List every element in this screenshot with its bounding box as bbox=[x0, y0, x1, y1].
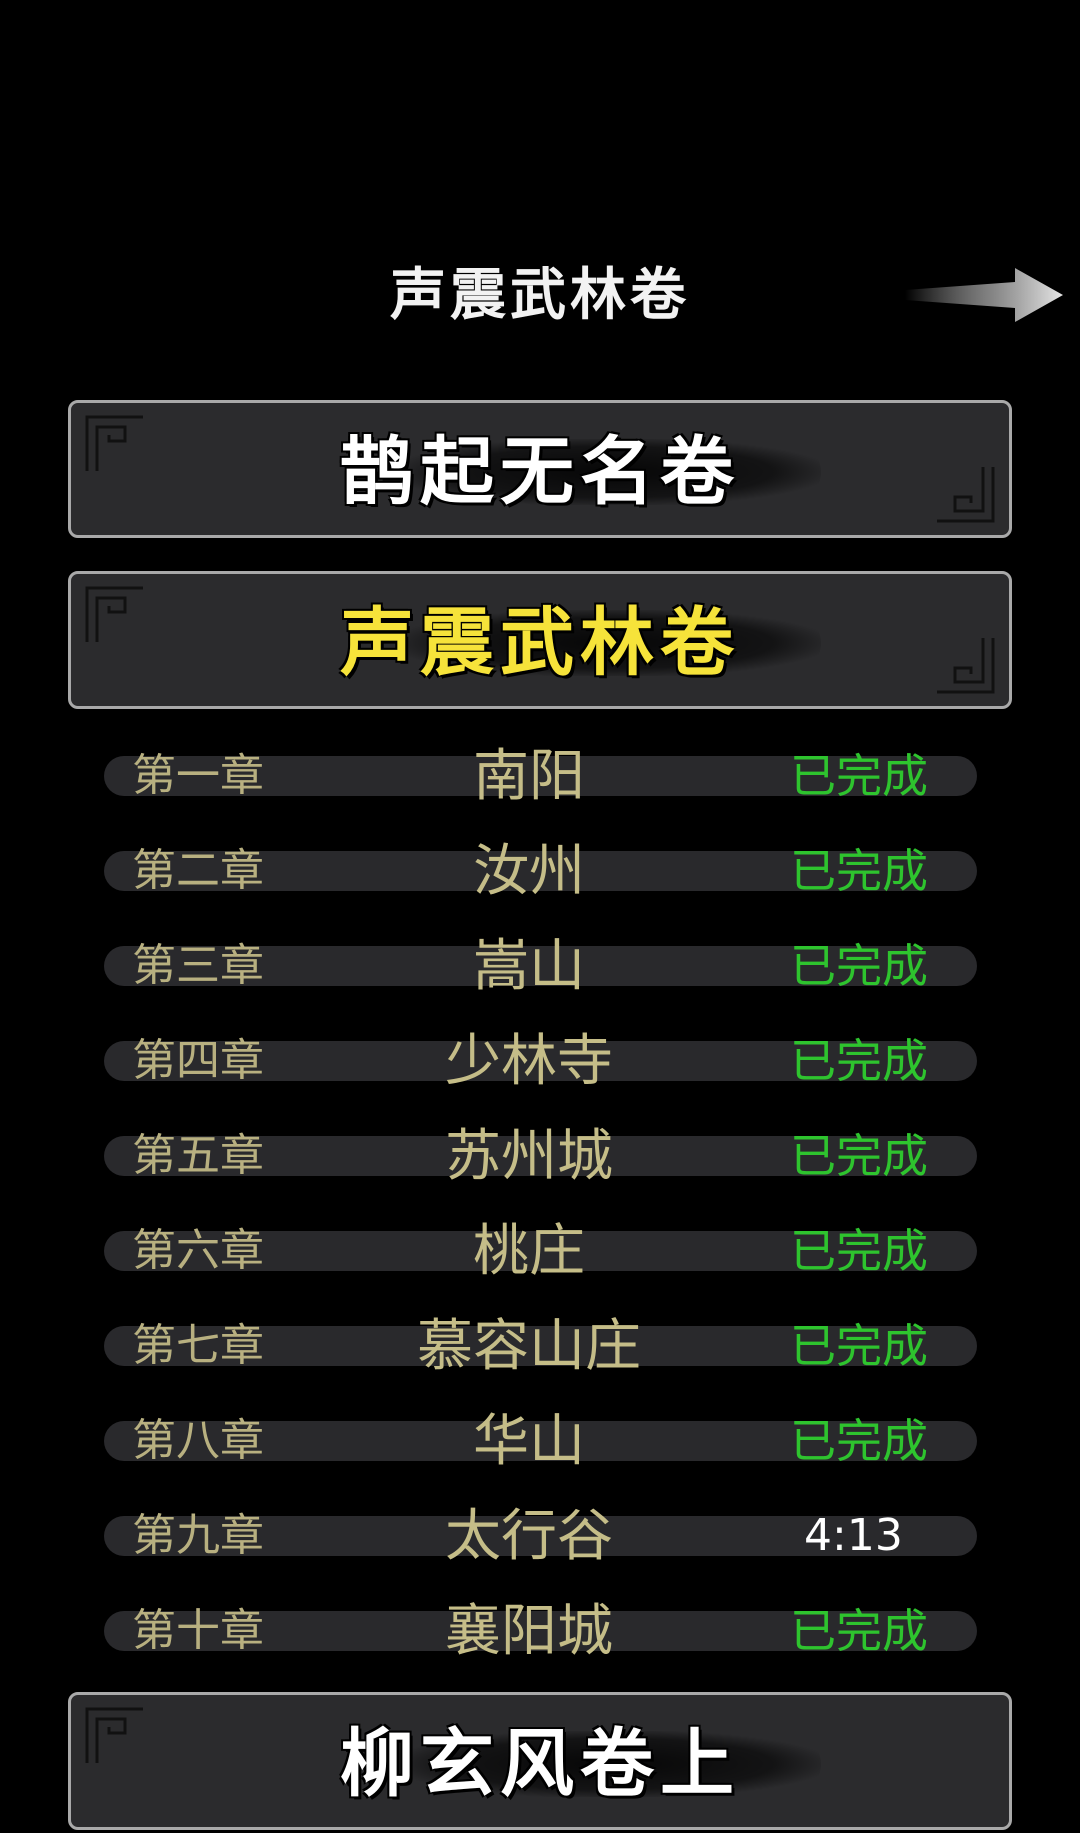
volume-label: 鹊起无名卷 bbox=[340, 429, 740, 515]
chapter-status: 已完成 bbox=[790, 844, 928, 898]
chapter-status: 已完成 bbox=[790, 939, 928, 993]
chapter-number: 第六章 bbox=[132, 1225, 264, 1276]
volume-panel-3[interactable]: 柳玄风卷上 bbox=[68, 1692, 1012, 1830]
chapter-number: 第二章 bbox=[132, 845, 264, 896]
chapter-status: 已完成 bbox=[790, 1319, 928, 1373]
chapter-name: 苏州城 bbox=[445, 1124, 613, 1189]
volume-panel-1[interactable]: 鹊起无名卷 bbox=[68, 400, 1012, 538]
chapter-status: 已完成 bbox=[790, 1129, 928, 1183]
chapter-row[interactable]: 第七章 慕容山庄 已完成 bbox=[104, 1314, 977, 1379]
volume-label-active: 声震武林卷 bbox=[340, 600, 740, 686]
chapter-row[interactable]: 第九章 太行谷 4:13 bbox=[104, 1504, 977, 1569]
next-volume-button[interactable] bbox=[905, 260, 1065, 330]
chapter-status: 已完成 bbox=[790, 1224, 928, 1278]
volume-panel-2[interactable]: 声震武林卷 bbox=[68, 571, 1012, 709]
volume-label: 柳玄风卷上 bbox=[340, 1721, 740, 1807]
chapter-name: 汝州 bbox=[473, 839, 585, 904]
chapter-number: 第四章 bbox=[132, 1035, 264, 1086]
chapter-status: 已完成 bbox=[790, 749, 928, 803]
chapter-status: 已完成 bbox=[790, 1604, 928, 1658]
chapter-row[interactable]: 第二章 汝州 已完成 bbox=[104, 839, 977, 904]
chapter-name: 嵩山 bbox=[473, 934, 585, 999]
chapter-name: 慕容山庄 bbox=[417, 1314, 641, 1379]
chapter-row[interactable]: 第八章 华山 已完成 bbox=[104, 1409, 977, 1474]
chapter-name: 南阳 bbox=[473, 744, 585, 809]
chapter-row[interactable]: 第一章 南阳 已完成 bbox=[104, 744, 977, 809]
chapter-timer: 4:13 bbox=[804, 1510, 903, 1561]
chapter-number: 第五章 bbox=[132, 1130, 264, 1181]
chapter-number: 第十章 bbox=[132, 1605, 264, 1656]
chapter-name: 少林寺 bbox=[445, 1029, 613, 1094]
chapter-name: 桃庄 bbox=[473, 1219, 585, 1284]
arrow-right-icon bbox=[905, 268, 1063, 322]
chapter-number: 第八章 bbox=[132, 1415, 264, 1466]
chapter-status: 已完成 bbox=[790, 1414, 928, 1468]
chapter-row[interactable]: 第六章 桃庄 已完成 bbox=[104, 1219, 977, 1284]
chapter-number: 第一章 bbox=[132, 750, 264, 801]
chapter-name: 华山 bbox=[473, 1409, 585, 1474]
chapter-number: 第三章 bbox=[132, 940, 264, 991]
chapter-row[interactable]: 第四章 少林寺 已完成 bbox=[104, 1029, 977, 1094]
chapter-number: 第九章 bbox=[132, 1510, 264, 1561]
chapter-row[interactable]: 第五章 苏州城 已完成 bbox=[104, 1124, 977, 1189]
chapter-number: 第七章 bbox=[132, 1320, 264, 1371]
chapter-row[interactable]: 第十章 襄阳城 已完成 bbox=[104, 1599, 977, 1664]
chapter-name: 襄阳城 bbox=[445, 1599, 613, 1664]
chapter-name: 太行谷 bbox=[445, 1504, 613, 1569]
chapter-status: 已完成 bbox=[790, 1034, 928, 1088]
chapter-row[interactable]: 第三章 嵩山 已完成 bbox=[104, 934, 977, 999]
